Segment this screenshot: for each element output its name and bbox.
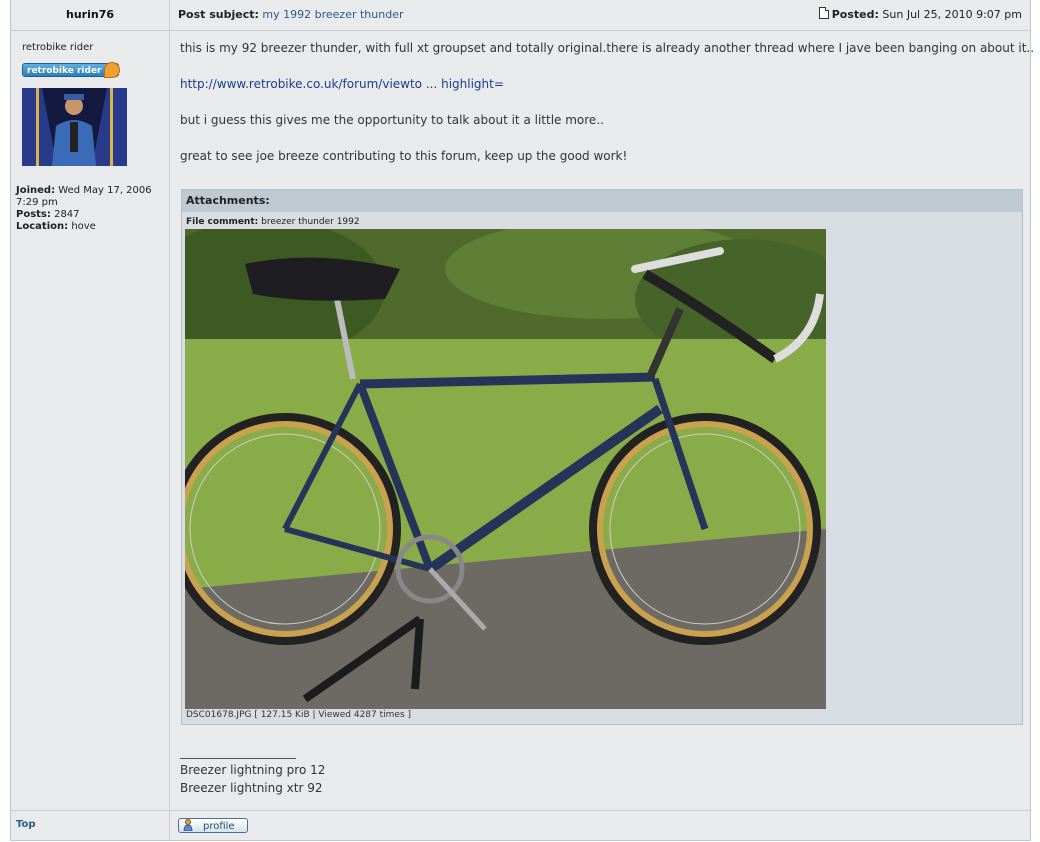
top-link[interactable]: Top — [16, 819, 36, 830]
posted-date: Sun Jul 25, 2010 9:07 pm — [882, 8, 1022, 21]
post-line-2: but i guess this gives me the opportunit… — [180, 113, 604, 127]
user-info: Joined: Wed May 17, 2006 7:29 pm Posts: … — [16, 185, 166, 233]
bike-photo[interactable] — [185, 229, 826, 709]
location-label: Location: — [16, 221, 69, 232]
subject-label: Post subject: — [178, 8, 259, 21]
file-meta: DSC01678.JPG [ 127.15 KiB | Viewed 4287 … — [186, 710, 412, 720]
file-comment-label: File comment: — [186, 217, 259, 227]
file-comment: File comment: breezer thunder 1992 — [186, 217, 360, 227]
file-comment-value: breezer thunder 1992 — [261, 217, 360, 227]
rank-badge: retrobike rider — [22, 62, 120, 78]
location-value: hove — [71, 221, 96, 232]
badge-star-icon — [104, 62, 120, 78]
signature-divider — [180, 758, 296, 759]
attachment-header: Attachments: — [182, 190, 1022, 212]
author-name[interactable]: hurin76 — [11, 0, 169, 30]
post-subject: Post subject: my 1992 breezer thunder — [178, 0, 404, 30]
column-divider — [169, 0, 170, 841]
profile-button-label: profile — [203, 821, 235, 832]
header-divider — [11, 30, 1030, 31]
profile-button[interactable]: profile — [178, 818, 248, 833]
posted-label: Posted: — [831, 8, 879, 21]
signature-line-2: Breezer lightning xtr 92 — [180, 781, 323, 795]
rank-badge-label: retrobike rider — [27, 66, 102, 76]
posts-label: Posts: — [16, 209, 51, 220]
posted-info: Posted: Sun Jul 25, 2010 9:07 pm — [818, 0, 1022, 30]
joined-label: Joined: — [16, 185, 56, 196]
rank-title: retrobike rider — [22, 42, 94, 53]
subject-link[interactable]: my 1992 breezer thunder — [262, 8, 403, 21]
post-container: hurin76 Post subject: my 1992 breezer th… — [10, 0, 1035, 841]
footer-divider — [11, 810, 1030, 811]
attachment-box: Attachments: File comment: breezer thund… — [181, 189, 1023, 725]
post-line-3: great to see joe breeze contributing to … — [180, 149, 628, 163]
signature-line-1: Breezer lightning pro 12 — [180, 763, 326, 777]
avatar — [22, 88, 127, 166]
post-link-icon[interactable] — [818, 7, 829, 19]
thread-link[interactable]: http://www.retrobike.co.uk/forum/viewto … — [180, 77, 504, 91]
posts-value: 2847 — [54, 209, 80, 220]
profile-icon — [183, 819, 193, 831]
post-line-1: this is my 92 breezer thunder, with full… — [180, 41, 1035, 55]
